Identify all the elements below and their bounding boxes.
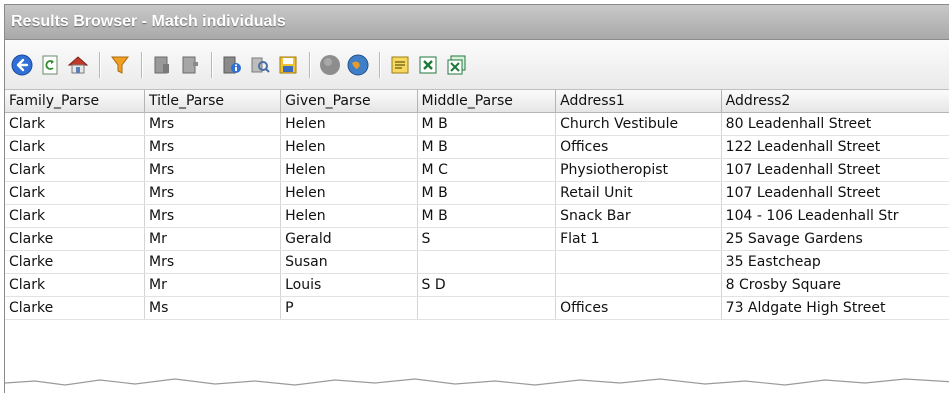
table-cell-address2[interactable]: 73 Aldgate High Street — [721, 296, 949, 320]
table-cell-given-parse[interactable]: Louis — [280, 273, 418, 297]
toolbar-separator — [309, 51, 311, 78]
table-row[interactable]: Clark Mrs Helen M B Offices 122 Leadenhall St… — [5, 135, 949, 159]
export-icon[interactable] — [389, 54, 411, 76]
filter-icon[interactable] — [109, 54, 131, 76]
table-cell-address1[interactable]: Offices — [555, 135, 722, 159]
column-header-given-parse[interactable]: Given_Parse — [280, 90, 418, 113]
refresh-icon[interactable] — [39, 54, 61, 76]
table-cell-address1[interactable]: Snack Bar — [555, 204, 722, 228]
table-cell-family-parse[interactable]: Clarke — [5, 296, 145, 320]
table-cell-title-parse[interactable]: Mrs — [144, 204, 282, 228]
table-row[interactable]: Clarke Mrs Susan 35 Eastcheap — [5, 250, 949, 274]
excel-icon[interactable] — [417, 54, 439, 76]
title-bar[interactable]: Results Browser - Match individuals — [5, 5, 949, 40]
table-cell-family-parse[interactable]: Clark — [5, 181, 145, 205]
table-cell-title-parse[interactable]: Mr — [144, 273, 282, 297]
stop-icon[interactable] — [319, 54, 341, 76]
find-records-icon[interactable] — [249, 54, 271, 76]
table-cell-address2[interactable]: 8 Crosby Square — [721, 273, 949, 297]
table-cell-family-parse[interactable]: Clarke — [5, 227, 145, 251]
table-body: Clark Mrs Helen M B Church Vestibule 80 Leade… — [5, 112, 949, 320]
table-cell-given-parse[interactable]: Helen — [280, 204, 418, 228]
record-icon[interactable] — [151, 54, 173, 76]
table-cell-family-parse[interactable]: Clark — [5, 204, 145, 228]
table-cell-given-parse[interactable]: Susan — [280, 250, 418, 274]
toolbar-separator — [141, 51, 143, 78]
toolbar-separator — [99, 51, 101, 78]
table-cell-address2[interactable]: 25 Savage Gardens — [721, 227, 949, 251]
window-title: Results Browser - Match individuals — [11, 13, 286, 30]
table-cell-family-parse[interactable]: Clark — [5, 273, 145, 297]
save-records-icon[interactable] — [277, 54, 299, 76]
table-cell-middle-parse[interactable]: S — [417, 227, 557, 251]
table-cell-middle-parse[interactable]: M B — [417, 112, 557, 136]
column-header-family-parse[interactable]: Family_Parse — [5, 90, 145, 113]
table-row[interactable]: Clarke Mr Gerald S Flat 1 25 Savage Gardens — [5, 227, 949, 251]
column-header-address2[interactable]: Address2 — [721, 90, 949, 113]
table-row[interactable]: Clark Mr Louis S D 8 Crosby Square — [5, 273, 949, 297]
table-cell-address2[interactable]: 35 Eastcheap — [721, 250, 949, 274]
table-cell-given-parse[interactable]: Helen — [280, 158, 418, 182]
table-cell-given-parse[interactable]: Helen — [280, 135, 418, 159]
toolbar-separator — [211, 51, 213, 78]
table-cell-address1[interactable]: Physiotheropist — [555, 158, 722, 182]
results-grid[interactable]: Family_Parse Title_Parse Given_Parse Middle… — [5, 90, 949, 393]
table-cell-address2[interactable]: 104 - 106 Leadenhall Str — [721, 204, 949, 228]
table-cell-given-parse[interactable]: Gerald — [280, 227, 418, 251]
table-row[interactable]: Clark Mrs Helen M B Retail Unit 107 Leadenhal… — [5, 181, 949, 205]
table-cell-family-parse[interactable]: Clark — [5, 112, 145, 136]
table-cell-address2[interactable]: 107 Leadenhall Street — [721, 181, 949, 205]
table-row[interactable]: Clark Mrs Helen M B Church Vestibule 80 Leade… — [5, 112, 949, 136]
table-cell-address2[interactable]: 107 Leadenhall Street — [721, 158, 949, 182]
table-cell-address1[interactable]: Retail Unit — [555, 181, 722, 205]
table-cell-family-parse[interactable]: Clark — [5, 135, 145, 159]
table-row[interactable]: Clark Mrs Helen M B Snack Bar 104 - 106 Leade… — [5, 204, 949, 228]
column-header-title-parse[interactable]: Title_Parse — [144, 90, 282, 113]
table-cell-middle-parse[interactable]: M B — [417, 204, 557, 228]
table-cell-middle-parse[interactable]: S D — [417, 273, 557, 297]
table-cell-address1[interactable]: Church Vestibule — [555, 112, 722, 136]
record-info-icon[interactable] — [221, 54, 243, 76]
results-browser-window: Results Browser - Match individuals Fami… — [4, 4, 949, 393]
table-cell-given-parse[interactable]: Helen — [280, 112, 418, 136]
table-cell-family-parse[interactable]: Clarke — [5, 250, 145, 274]
table-cell-middle-parse[interactable] — [417, 296, 557, 320]
table-row[interactable]: Clark Mrs Helen M C Physiotheropist 107 Leade… — [5, 158, 949, 182]
table-cell-title-parse[interactable]: Mrs — [144, 135, 282, 159]
table-cell-middle-parse[interactable]: M B — [417, 181, 557, 205]
table-cell-middle-parse[interactable] — [417, 250, 557, 274]
excel-sheets-icon[interactable] — [445, 54, 467, 76]
column-header-middle-parse[interactable]: Middle_Parse — [417, 90, 557, 113]
table-cell-title-parse[interactable]: Mrs — [144, 250, 282, 274]
table-cell-address1[interactable]: Flat 1 — [555, 227, 722, 251]
table-cell-address1[interactable] — [555, 250, 722, 274]
back-icon[interactable] — [11, 54, 33, 76]
results-table: Family_Parse Title_Parse Given_Parse Middle… — [5, 90, 949, 320]
table-cell-address2[interactable]: 80 Leadenhall Street — [721, 112, 949, 136]
table-cell-given-parse[interactable]: P — [280, 296, 418, 320]
table-cell-title-parse[interactable]: Mr — [144, 227, 282, 251]
table-cell-title-parse[interactable]: Mrs — [144, 112, 282, 136]
globe-icon[interactable] — [347, 54, 369, 76]
table-row[interactable]: Clarke Ms P Offices 73 Aldgate High Street — [5, 296, 949, 320]
table-cell-middle-parse[interactable]: M C — [417, 158, 557, 182]
record-pane-icon[interactable] — [179, 54, 201, 76]
table-cell-middle-parse[interactable]: M B — [417, 135, 557, 159]
table-cell-title-parse[interactable]: Ms — [144, 296, 282, 320]
toolbar-separator — [379, 51, 381, 78]
table-cell-address1[interactable]: Offices — [555, 296, 722, 320]
table-cell-address2[interactable]: 122 Leadenhall Street — [721, 135, 949, 159]
home-icon[interactable] — [67, 54, 89, 76]
column-header-address1[interactable]: Address1 — [555, 90, 722, 113]
table-cell-given-parse[interactable]: Helen — [280, 181, 418, 205]
toolbar — [5, 40, 949, 90]
table-cell-address1[interactable] — [555, 273, 722, 297]
table-cell-title-parse[interactable]: Mrs — [144, 181, 282, 205]
table-cell-family-parse[interactable]: Clark — [5, 158, 145, 182]
table-cell-title-parse[interactable]: Mrs — [144, 158, 282, 182]
header-row: Family_Parse Title_Parse Given_Parse Middle… — [5, 90, 949, 113]
